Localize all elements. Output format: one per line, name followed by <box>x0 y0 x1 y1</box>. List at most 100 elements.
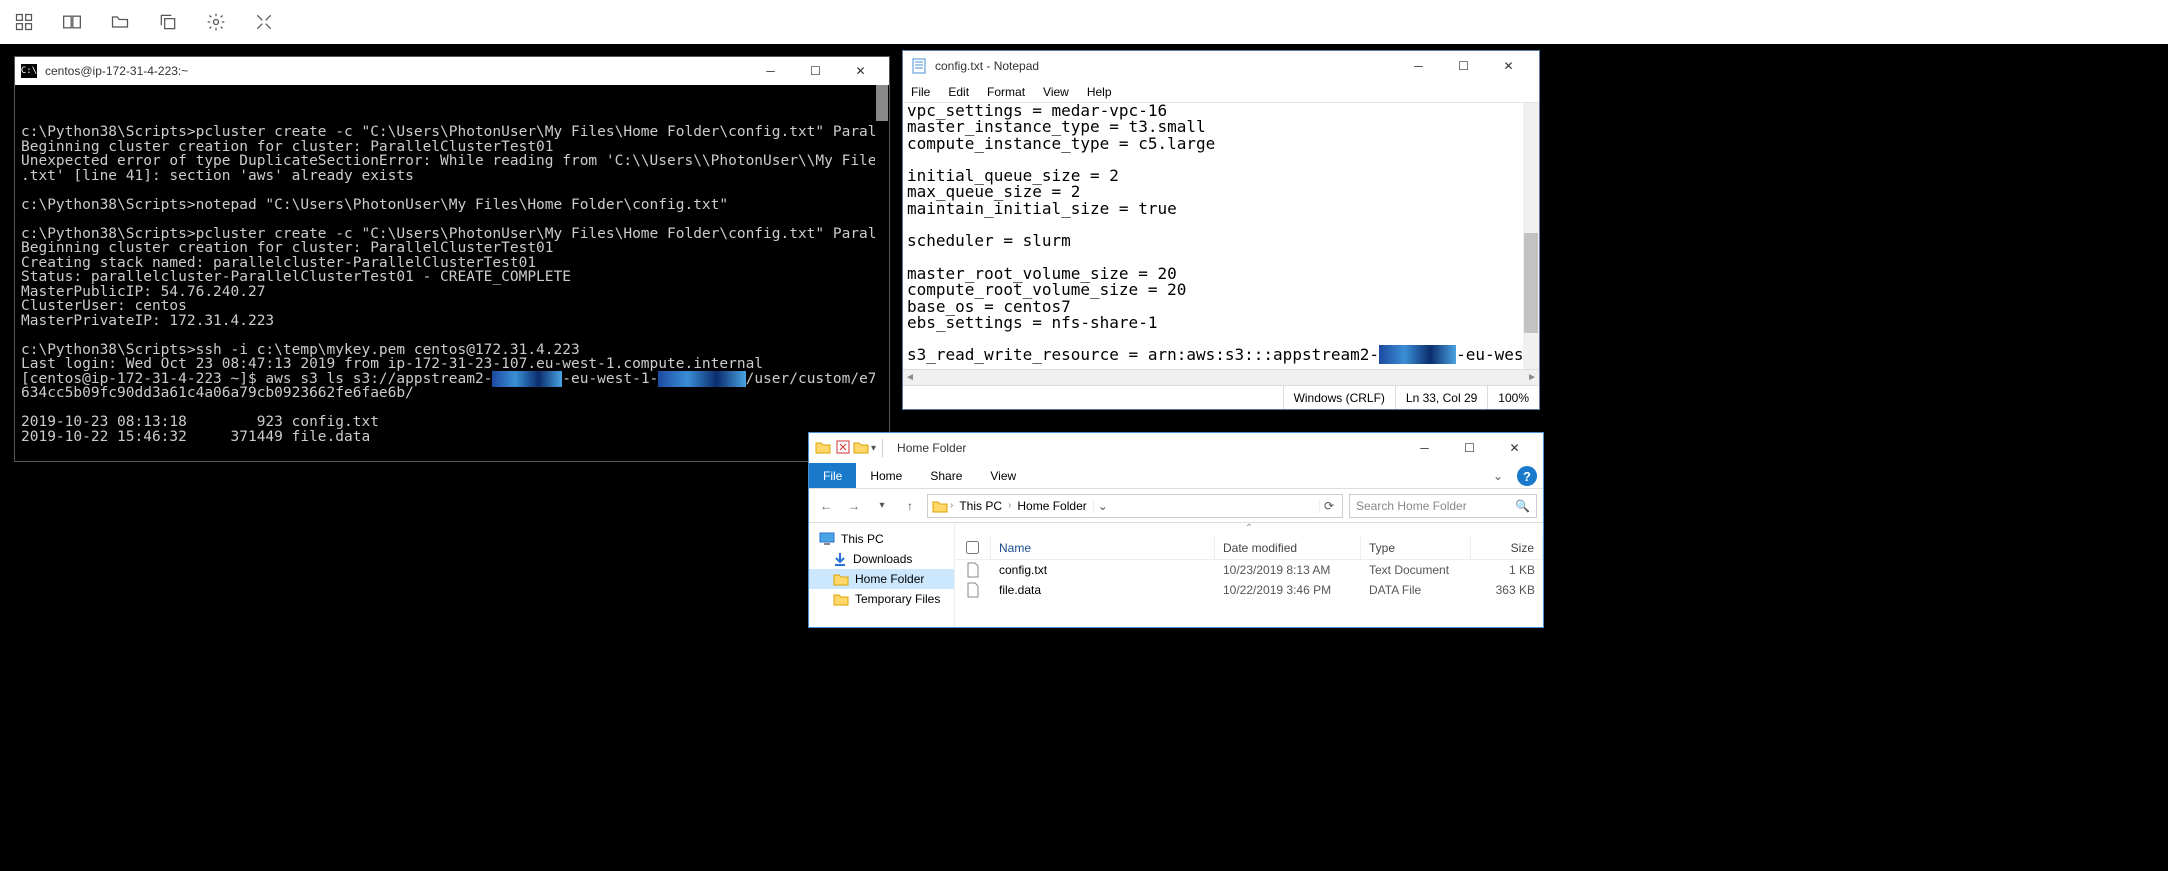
minimize-button[interactable]: ─ <box>1396 52 1441 80</box>
maximize-button[interactable]: ☐ <box>1447 434 1492 462</box>
status-encoding: Windows (CRLF) <box>1283 386 1395 409</box>
qat-dropdown-icon[interactable]: ▾ <box>871 443 876 454</box>
notepad-title: config.txt - Notepad <box>935 59 1388 73</box>
folder-icon <box>932 499 948 513</box>
qat-folder-icon[interactable] <box>815 440 833 456</box>
nav-history-icon[interactable]: ▾ <box>871 495 893 517</box>
tree-label: This PC <box>841 532 884 546</box>
notepad-textarea[interactable]: vpc_settings = medar-vpc-16 master_insta… <box>903 103 1539 369</box>
file-date: 10/23/2019 8:13 AM <box>1215 563 1361 577</box>
nav-up-icon[interactable]: ↑ <box>899 495 921 517</box>
folder-icon <box>833 592 849 606</box>
ribbon-expand-icon[interactable]: ⌄ <box>1485 463 1511 488</box>
explorer-titlebar[interactable]: ▾ Home Folder ─ ☐ ✕ <box>809 433 1543 463</box>
column-headers: Name Date modified Type Size <box>955 536 1543 560</box>
monitor-icon <box>819 532 835 546</box>
terminal-title: centos@ip-172-31-4-223:~ <box>45 64 740 78</box>
maximize-button[interactable]: ☐ <box>1441 52 1486 80</box>
file-row[interactable]: file.data 10/22/2019 3:46 PM DATA File 3… <box>955 580 1543 600</box>
menu-help[interactable]: Help <box>1087 85 1112 99</box>
tree-temp-files[interactable]: Temporary Files <box>809 589 954 609</box>
scrollbar-thumb[interactable] <box>876 85 888 121</box>
terminal-window: C:\ centos@ip-172-31-4-223:~ ─ ☐ ✕ c:\Py… <box>14 56 890 462</box>
col-type[interactable]: Type <box>1361 536 1471 559</box>
col-date[interactable]: Date modified <box>1215 536 1361 559</box>
explorer-body: This PC Downloads Home Folder Temporary … <box>809 523 1543 627</box>
file-icon <box>955 562 991 578</box>
terminal-title-icon: C:\ <box>21 64 37 78</box>
file-icon <box>955 582 991 598</box>
tree-downloads[interactable]: Downloads <box>809 549 954 569</box>
search-placeholder: Search Home Folder <box>1356 499 1467 513</box>
grid-icon[interactable] <box>14 12 34 32</box>
nav-tree: This PC Downloads Home Folder Temporary … <box>809 523 955 627</box>
notepad-titlebar[interactable]: config.txt - Notepad ─ ☐ ✕ <box>903 51 1539 81</box>
refresh-icon[interactable]: ⟳ <box>1319 499 1338 513</box>
tree-label: Temporary Files <box>855 592 940 606</box>
ribbon-share[interactable]: Share <box>916 463 976 488</box>
help-icon[interactable]: ? <box>1517 466 1537 486</box>
terminal-titlebar[interactable]: C:\ centos@ip-172-31-4-223:~ ─ ☐ ✕ <box>15 57 889 85</box>
qat-properties-icon[interactable] <box>835 439 851 458</box>
folder-icon[interactable] <box>110 12 130 32</box>
menu-file[interactable]: File <box>911 85 930 99</box>
file-size: 363 KB <box>1471 583 1543 597</box>
appstream-toolbar <box>0 0 2168 44</box>
search-icon[interactable]: 🔍 <box>1515 499 1530 513</box>
minimize-button[interactable]: ─ <box>748 57 793 85</box>
folder-icon <box>833 572 849 586</box>
breadcrumb-seg[interactable]: Home Folder <box>1013 499 1090 513</box>
settings-icon[interactable] <box>206 12 226 32</box>
address-bar[interactable]: › This PC › Home Folder ⌄ ⟳ <box>927 494 1343 518</box>
col-size[interactable]: Size <box>1471 536 1543 559</box>
notepad-icon <box>911 58 927 74</box>
file-type: Text Document <box>1361 563 1471 577</box>
explorer-title: Home Folder <box>897 441 966 455</box>
close-button[interactable]: ✕ <box>838 57 883 85</box>
dual-monitor-icon[interactable] <box>62 12 82 32</box>
notepad-hscrollbar[interactable]: ◄► <box>903 369 1539 385</box>
close-button[interactable]: ✕ <box>1492 434 1537 462</box>
file-type: DATA File <box>1361 583 1471 597</box>
notepad-window: config.txt - Notepad ─ ☐ ✕ File Edit For… <box>902 50 1540 410</box>
copy-icon[interactable] <box>158 12 178 32</box>
scrollbar-thumb[interactable] <box>1524 233 1538 333</box>
collapse-header-icon[interactable]: ⌃ <box>955 523 1543 534</box>
tree-label: Downloads <box>853 552 912 566</box>
file-size: 1 KB <box>1471 563 1543 577</box>
file-name: file.data <box>991 583 1215 597</box>
explorer-navbar: ← → ▾ ↑ › This PC › Home Folder ⌄ ⟳ Sear… <box>809 489 1543 523</box>
ribbon-file[interactable]: File <box>809 463 856 488</box>
nav-back-icon[interactable]: ← <box>815 495 837 517</box>
menu-edit[interactable]: Edit <box>948 85 969 99</box>
tree-home-folder[interactable]: Home Folder <box>809 569 954 589</box>
col-name[interactable]: Name <box>991 536 1215 559</box>
notepad-statusbar: Windows (CRLF) Ln 33, Col 29 100% <box>903 385 1539 409</box>
file-date: 10/22/2019 3:46 PM <box>1215 583 1361 597</box>
notepad-vscrollbar[interactable] <box>1523 103 1539 369</box>
breadcrumb-seg[interactable]: This PC <box>955 499 1006 513</box>
ribbon-view[interactable]: View <box>976 463 1030 488</box>
status-position: Ln 33, Col 29 <box>1395 386 1487 409</box>
file-name: config.txt <box>991 563 1215 577</box>
expand-icon[interactable] <box>254 12 274 32</box>
ribbon-home[interactable]: Home <box>856 463 916 488</box>
terminal-scrollbar[interactable] <box>875 85 889 461</box>
maximize-button[interactable]: ☐ <box>793 57 838 85</box>
file-list: ⌃ Name Date modified Type Size config.tx… <box>955 523 1543 627</box>
close-button[interactable]: ✕ <box>1486 52 1531 80</box>
menu-format[interactable]: Format <box>987 85 1025 99</box>
explorer-ribbon: File Home Share View ⌄ ? <box>809 463 1543 489</box>
minimize-button[interactable]: ─ <box>1402 434 1447 462</box>
select-all-checkbox[interactable] <box>955 536 991 559</box>
search-input[interactable]: Search Home Folder 🔍 <box>1349 494 1537 518</box>
address-expand-icon[interactable]: ⌄ <box>1093 499 1112 513</box>
terminal-body[interactable]: c:\Python38\Scripts>pcluster create -c "… <box>15 85 889 461</box>
qat-newfolder-icon[interactable] <box>853 440 869 457</box>
menu-view[interactable]: View <box>1043 85 1069 99</box>
tree-this-pc[interactable]: This PC <box>809 529 954 549</box>
nav-forward-icon[interactable]: → <box>843 495 865 517</box>
file-row[interactable]: config.txt 10/23/2019 8:13 AM Text Docum… <box>955 560 1543 580</box>
download-icon <box>833 552 847 566</box>
explorer-window: ▾ Home Folder ─ ☐ ✕ File Home Share View… <box>808 432 1544 628</box>
